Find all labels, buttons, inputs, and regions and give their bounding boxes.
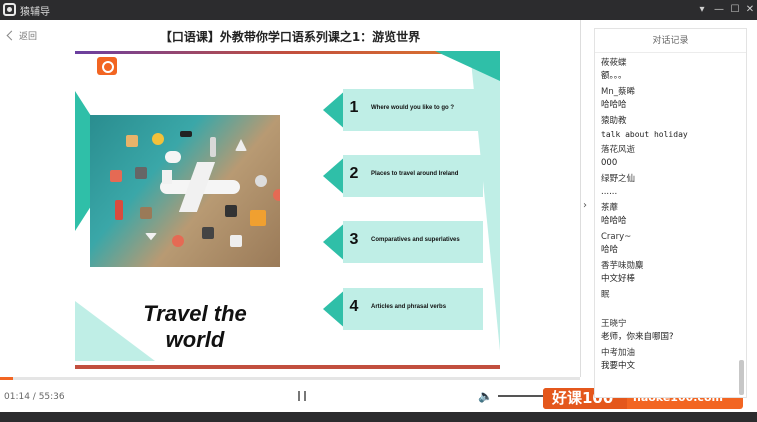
beach-ball-icon: [172, 235, 184, 247]
close-button[interactable]: ✕: [743, 2, 757, 17]
chat-message: 香芋味勋麋 中文好棒: [601, 260, 736, 286]
agenda-text: Comparatives and superlatives: [371, 237, 460, 243]
collapse-panel-chevron-icon[interactable]: ›: [580, 200, 590, 211]
course-header: 返回 【口语课】外教带你学口语系列课之1：游览世界: [0, 20, 580, 50]
panel-divider: [580, 20, 581, 377]
compass-icon: [255, 175, 267, 187]
passport-icon: [126, 135, 138, 147]
chat-text: 哈哈哈: [601, 100, 627, 110]
travel-collage-image: [90, 115, 280, 267]
glasses-icon: [180, 131, 192, 137]
dropdown-icon[interactable]: ▾: [695, 2, 709, 17]
bag-icon: [225, 205, 237, 217]
chat-panel-title: 对话记录: [595, 29, 746, 53]
airplane-icon: [160, 162, 240, 212]
chat-username: 猿助教: [601, 116, 627, 126]
chevron-left-icon: [6, 30, 17, 41]
agenda-text: Articles and phrasal verbs: [371, 304, 447, 310]
window-bottom-bar: [0, 412, 757, 422]
slide-title: Travel the world: [143, 301, 247, 352]
chat-message: 猿助教 talk about holiday: [601, 115, 736, 141]
chat-scrollbar[interactable]: [739, 360, 744, 395]
chat-message: Mn_蔡晞哈哈哈: [601, 86, 736, 112]
chat-text: 哈哈: [601, 245, 619, 255]
chat-username: 莜莜蝶: [601, 58, 627, 68]
agenda-item: 2 Places to travel around Ireland: [323, 155, 483, 197]
camera-icon: [135, 167, 147, 179]
back-button[interactable]: 返回: [6, 29, 38, 42]
chat-panel: 对话记录 莜莜蝶额。。。 Mn_蔡晞哈哈哈 猿助教 talk about holi…: [594, 28, 747, 398]
chat-text: 中文好棒: [601, 274, 636, 284]
agenda-number: 1: [349, 99, 359, 116]
chat-text: [601, 302, 736, 315]
chat-text: 000: [601, 158, 618, 168]
decor-shape: [435, 51, 500, 81]
minimize-button[interactable]: —: [712, 2, 726, 17]
agenda-item: 4 Articles and phrasal verbs: [323, 288, 483, 330]
pause-button[interactable]: [298, 391, 306, 401]
chat-message-list: 莜莜蝶额。。。 Mn_蔡晞哈哈哈 猿助教 talk about holiday 落…: [601, 57, 736, 376]
chat-text: 哈哈哈: [601, 216, 627, 226]
chat-message: Crary~ 哈哈: [601, 231, 736, 257]
agenda-text: Places to travel around Ireland: [371, 171, 459, 177]
lighthouse-icon: [115, 200, 123, 220]
chat-message: 茶蘼 哈哈哈: [601, 202, 736, 228]
chat-message: 王晓宁老师，你来自哪国?: [601, 318, 736, 344]
volume-icon[interactable]: 🔈: [478, 389, 493, 403]
beach-chair-icon: [230, 235, 242, 247]
chat-text: ......: [601, 187, 618, 197]
sailboat-icon: [235, 139, 247, 151]
chat-text: 我要中文: [601, 361, 636, 371]
chat-text: talk about holiday: [601, 130, 688, 139]
thermometer-icon: [210, 137, 216, 157]
window-titlebar: 猿辅导 ▾ — ☐ ✕: [0, 0, 757, 20]
slide-logo-icon: [97, 57, 117, 75]
suitcase-icon: [110, 170, 122, 182]
chat-username: 眠: [601, 290, 610, 300]
map-icon: [250, 210, 266, 226]
volume-slider[interactable]: [498, 395, 544, 397]
chat-message: 中考加油 我要中文: [601, 347, 736, 373]
chat-username: 绿野之仙: [601, 174, 636, 184]
video-stage[interactable]: Travel the world 1 Where would you like …: [0, 50, 580, 377]
agenda-text: Where would you like to go ?: [371, 105, 455, 111]
hat-icon: [140, 207, 152, 219]
cocktail-icon: [145, 233, 157, 241]
lifebuoy-icon: [273, 189, 280, 201]
back-label: 返回: [19, 32, 38, 42]
chat-username: Crary~: [601, 232, 632, 242]
chat-text: 额。。。: [601, 71, 627, 81]
agenda-number: 3: [349, 231, 359, 248]
chat-message: 莜莜蝶 额。。。: [601, 57, 736, 83]
photo-camera-icon: [202, 227, 214, 239]
chat-username: 香芋味勋麋: [601, 261, 644, 271]
maximize-button[interactable]: ☐: [728, 2, 742, 17]
agenda-item: 1 Where would you like to go ?: [323, 89, 483, 131]
chat-text: 老师，你来自哪国?: [601, 332, 674, 342]
sun-icon: [152, 133, 164, 145]
playback-time: 01:14 / 55:36: [4, 392, 65, 402]
chat-username: 中考加油: [601, 348, 636, 358]
cloud-icon: [165, 151, 181, 163]
agenda-number: 4: [349, 298, 359, 315]
chat-message: 眠: [601, 289, 736, 315]
agenda-item: 3 Comparatives and superlatives: [323, 221, 483, 263]
chat-message: 绿野之仙......: [601, 173, 736, 199]
chat-username: 茶蘼: [601, 203, 619, 213]
app-logo-icon: [3, 3, 16, 16]
chat-username: 落花风逝: [601, 145, 636, 155]
agenda-number: 2: [349, 165, 359, 182]
course-title: 【口语课】外教带你学口语系列课之1：游览世界: [159, 30, 421, 44]
app-title: 猿辅导: [20, 7, 50, 18]
lesson-slide: Travel the world 1 Where would you like …: [75, 51, 500, 369]
chat-username: Mn_蔡晞: [601, 87, 635, 97]
chat-username: 王晓宁: [601, 319, 627, 329]
chat-message: 落花风逝 000: [601, 144, 736, 170]
